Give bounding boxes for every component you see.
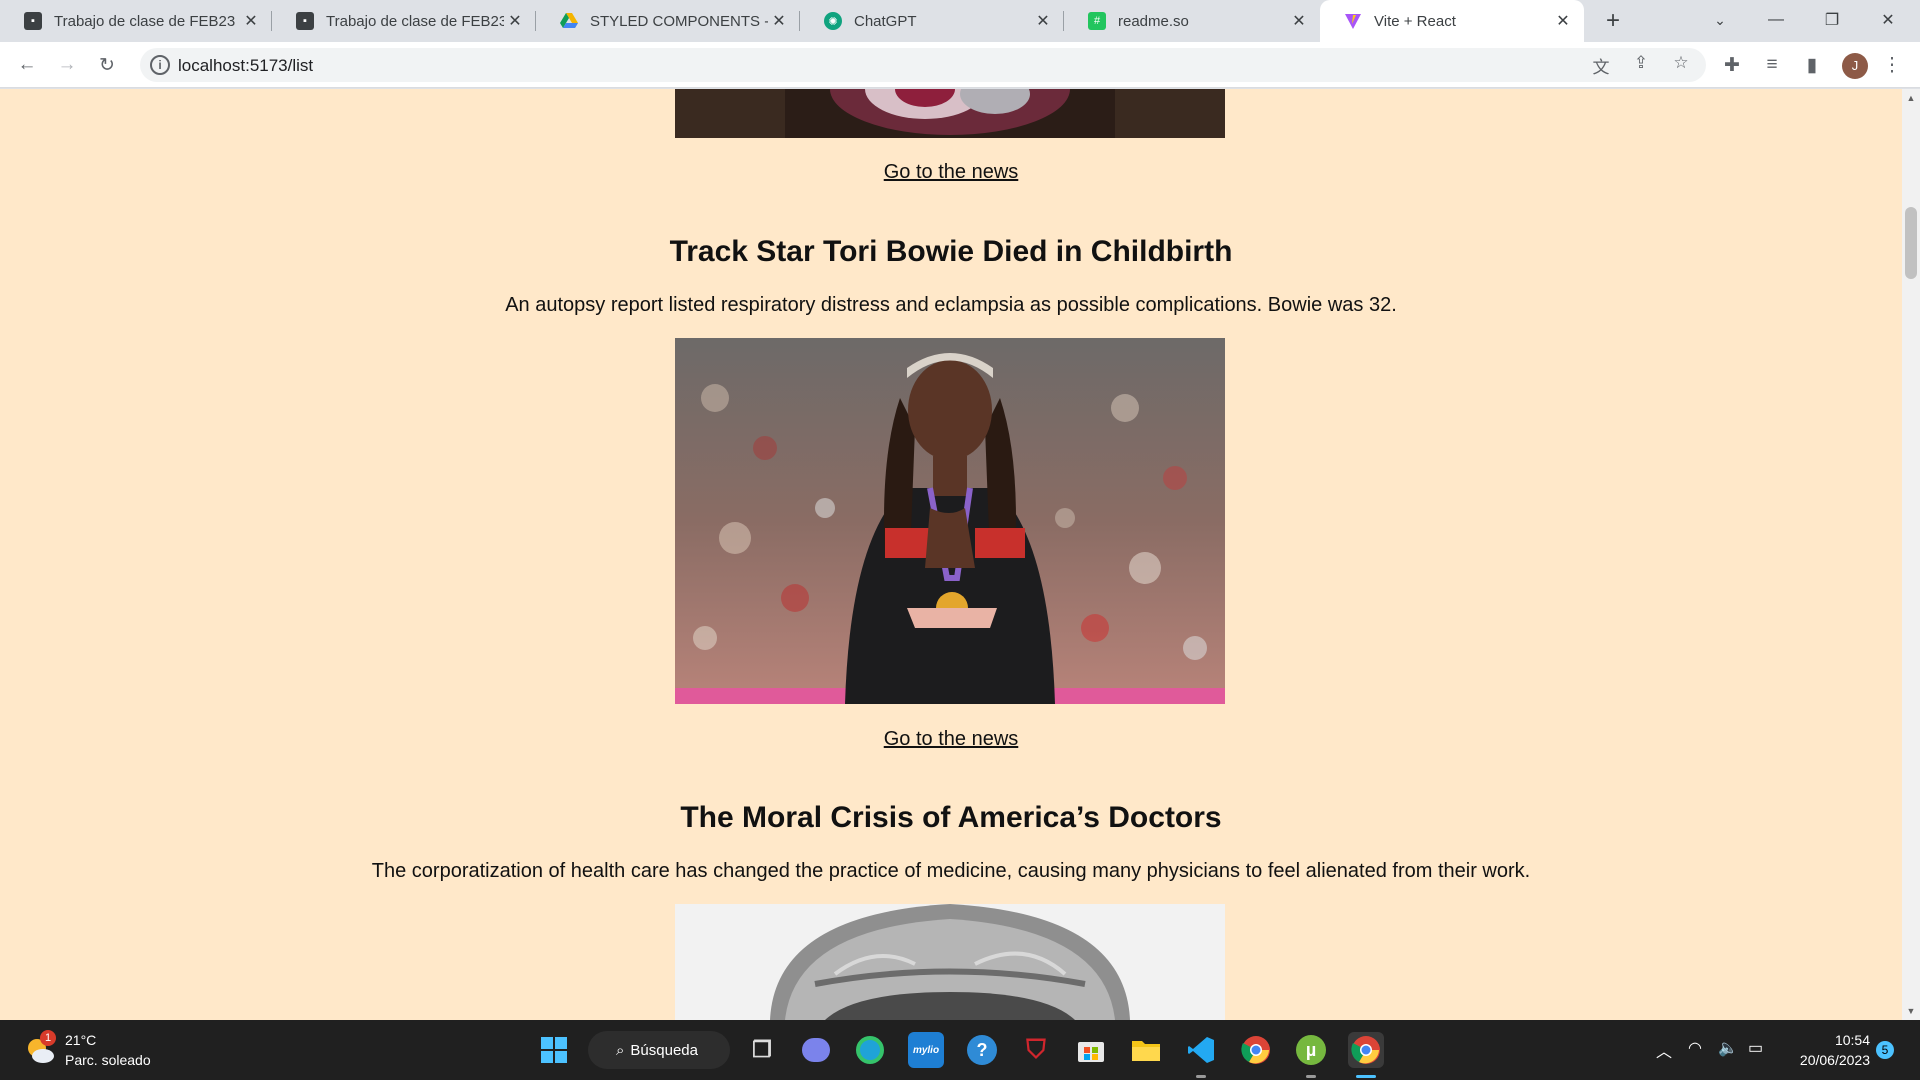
tab-title: readme.so <box>1118 12 1189 30</box>
weather-description[interactable]: Parc. soleado <box>65 1052 151 1068</box>
close-tab-icon[interactable]: ✕ <box>768 10 790 32</box>
file-explorer-icon[interactable] <box>1128 1032 1164 1068</box>
tab-classroom-1[interactable]: ▪ Trabajo de clase de FEB23 E ✕ <box>0 0 272 42</box>
page-scrollbar[interactable]: ▲ ▼ <box>1902 89 1920 1020</box>
address-bar[interactable]: i localhost:5173/list 文 ⇪ ☆ <box>140 48 1706 82</box>
close-tab-icon[interactable]: ✕ <box>240 10 262 32</box>
battery-icon[interactable]: ▭ <box>1748 1038 1763 1058</box>
athlete-medal-photo <box>675 338 1225 704</box>
site-info-icon[interactable]: i <box>150 55 170 75</box>
minimize-button[interactable]: — <box>1748 0 1804 40</box>
teams-chat-icon[interactable] <box>798 1032 834 1068</box>
browser-toolbar: ← → ↻ i localhost:5173/list 文 ⇪ ☆ ✚ ≡ ▮ … <box>0 42 1920 88</box>
forward-icon[interactable]: → <box>52 50 82 80</box>
taskbar-search[interactable]: ⌕ Búsqueda <box>588 1031 730 1069</box>
scroll-up-icon[interactable]: ▲ <box>1902 93 1920 103</box>
edge-icon[interactable] <box>852 1032 888 1068</box>
vite-icon <box>1344 12 1362 30</box>
tab-strip: ▪ Trabajo de clase de FEB23 E ✕ ▪ Trabaj… <box>0 0 1920 42</box>
clock-date[interactable]: 20/06/2023 <box>1784 1052 1870 1068</box>
tab-title: ChatGPT <box>854 12 917 30</box>
bookmark-star-icon[interactable]: ☆ <box>1668 53 1694 77</box>
go-to-news-link[interactable]: Go to the news <box>884 728 1019 750</box>
side-panel-icon[interactable]: ▮ <box>1797 50 1827 80</box>
menu-icon[interactable]: ⋮ <box>1877 50 1907 80</box>
article-description: An autopsy report listed respiratory dis… <box>505 294 1397 316</box>
clock-time[interactable]: 10:54 <box>1810 1032 1870 1048</box>
task-view-icon[interactable]: ❐ <box>744 1032 780 1068</box>
chevron-up-icon[interactable]: ︿ <box>1656 1038 1672 1062</box>
share-icon[interactable]: ⇪ <box>1628 53 1654 77</box>
tab-chatgpt[interactable]: ✺ ChatGPT ✕ <box>800 0 1064 42</box>
utorrent-icon[interactable]: µ <box>1293 1032 1329 1068</box>
mylio-icon[interactable]: mylio <box>908 1032 944 1068</box>
new-tab-button[interactable]: + <box>1598 6 1628 36</box>
mcafee-icon[interactable]: ⛉ <box>1018 1032 1054 1068</box>
scroll-down-icon[interactable]: ▼ <box>1902 1006 1920 1016</box>
weather-temperature[interactable]: 21°C <box>65 1032 96 1048</box>
store-icon[interactable] <box>1073 1032 1109 1068</box>
help-icon[interactable]: ? <box>964 1032 1000 1068</box>
active-indicator <box>1356 1075 1376 1078</box>
close-window-button[interactable]: ✕ <box>1860 0 1916 40</box>
close-tab-icon[interactable]: ✕ <box>1032 10 1054 32</box>
article-title: The Moral Crisis of America’s Doctors <box>680 801 1222 834</box>
notification-badge[interactable]: 5 <box>1876 1041 1894 1059</box>
readme-icon: # <box>1088 12 1106 30</box>
running-indicator <box>1306 1075 1316 1078</box>
article-description: The corporatization of health care has c… <box>371 860 1531 882</box>
tab-classroom-2[interactable]: ▪ Trabajo de clase de FEB23 E ✕ <box>272 0 536 42</box>
search-icon: ⌕ <box>616 1041 625 1059</box>
running-indicator <box>1196 1075 1206 1078</box>
tab-title: Vite + React <box>1374 12 1456 30</box>
chrome-profile-icon[interactable] <box>1348 1032 1384 1068</box>
chatgpt-icon: ✺ <box>824 12 842 30</box>
tab-title: Trabajo de clase de FEB23 E <box>54 12 240 30</box>
vscode-icon[interactable] <box>1183 1032 1219 1068</box>
start-icon[interactable] <box>536 1032 572 1068</box>
windows-taskbar: 1 21°C Parc. soleado ⌕ Búsqueda ❐ mylio … <box>0 1020 1920 1080</box>
go-to-news-link[interactable]: Go to the news <box>884 161 1019 183</box>
translate-icon[interactable]: 文 <box>1588 53 1614 77</box>
article-title: Track Star Tori Bowie Died in Childbirth <box>669 235 1233 268</box>
page-viewport: Go to the news Track Star Tori Bowie Die… <box>0 89 1902 1020</box>
tab-styled-components[interactable]: STYLED COMPONENTS - Go ✕ <box>536 0 800 42</box>
url-text[interactable]: localhost:5173/list <box>178 56 313 76</box>
extensions-icon[interactable]: ✚ <box>1717 50 1747 80</box>
classroom-icon: ▪ <box>24 12 42 30</box>
volume-icon[interactable]: 🔈 <box>1718 1038 1738 1058</box>
chrome-icon[interactable] <box>1238 1032 1274 1068</box>
tab-vite-react[interactable]: Vite + React ✕ <box>1320 0 1584 42</box>
reload-icon[interactable]: ↻ <box>92 50 122 80</box>
media-control-icon[interactable]: ≡ <box>1757 50 1787 80</box>
weather-badge: 1 <box>40 1030 56 1046</box>
classroom-icon: ▪ <box>296 12 314 30</box>
doctor-surgical-cap-photo <box>675 904 1225 1020</box>
close-tab-icon[interactable]: ✕ <box>1288 10 1310 32</box>
tab-readme[interactable]: # readme.so ✕ <box>1064 0 1320 42</box>
wifi-icon[interactable]: ◠ <box>1688 1038 1702 1058</box>
search-label: Búsqueda <box>630 1041 698 1059</box>
restore-button[interactable]: ❐ <box>1804 0 1860 40</box>
tab-search-icon[interactable]: ⌄ <box>1692 0 1748 40</box>
avatar[interactable]: J <box>1842 53 1868 79</box>
scrollbar-thumb[interactable] <box>1905 207 1917 279</box>
back-icon[interactable]: ← <box>12 50 42 80</box>
tab-title: STYLED COMPONENTS - Go <box>590 12 768 30</box>
previous-article-photo <box>675 89 1225 138</box>
close-tab-icon[interactable]: ✕ <box>1552 10 1574 32</box>
close-tab-icon[interactable]: ✕ <box>504 10 526 32</box>
tab-title: Trabajo de clase de FEB23 E <box>326 12 504 30</box>
google-drive-icon <box>560 12 578 30</box>
